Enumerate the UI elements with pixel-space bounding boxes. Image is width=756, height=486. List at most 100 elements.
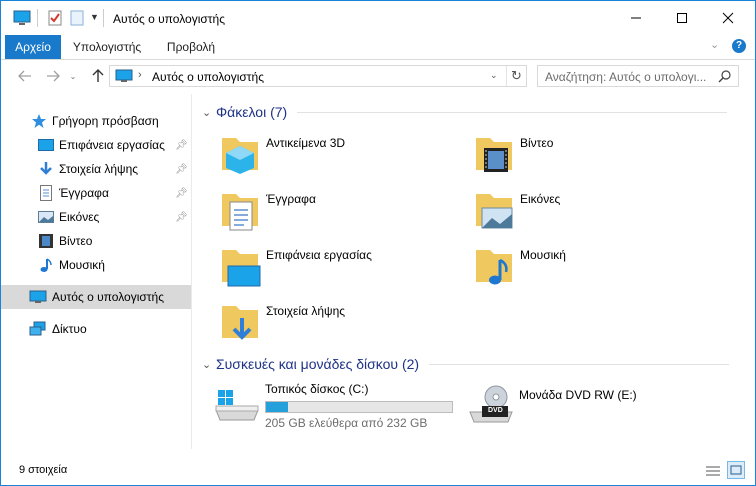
folder-label: Επιφάνεια εργασίας: [266, 248, 372, 262]
tab-file[interactable]: Αρχείο: [5, 35, 61, 59]
expand-ribbon-icon[interactable]: ⌄: [710, 38, 719, 51]
nav-item-downloads[interactable]: Στοιχεία λήψης 📌︎: [1, 157, 191, 181]
breadcrumb-chevron-icon: ›: [138, 69, 142, 81]
folder-label: Αντικείμενα 3D: [266, 136, 346, 150]
forward-arrow-icon: [47, 70, 60, 82]
nav-item-documents[interactable]: Έγγραφα 📌︎: [1, 181, 191, 205]
folder-tile-documents[interactable]: Έγγραφα: [194, 180, 444, 236]
star-icon: [32, 114, 46, 128]
divider: [429, 363, 730, 365]
nav-quick-access[interactable]: Γρήγορη πρόσβαση: [1, 109, 191, 133]
back-button[interactable]: [15, 66, 35, 86]
pin-icon[interactable]: 📌︎: [175, 140, 188, 151]
tiles-view-icon: [730, 465, 742, 475]
separator: [506, 66, 507, 86]
desktop-folder-icon: [222, 250, 261, 287]
drive-label: Μονάδα DVD RW (E:): [519, 388, 637, 402]
divider: [297, 111, 728, 113]
minimize-icon: [631, 17, 641, 19]
search-box[interactable]: Αναζήτηση: Αυτός ο υπολογι...: [537, 65, 739, 87]
network-icon: [29, 321, 46, 336]
pin-icon[interactable]: 📌︎: [175, 212, 188, 223]
music-folder-icon: [476, 250, 512, 285]
pin-icon[interactable]: 📌︎: [175, 164, 188, 175]
hard-drive-icon: [215, 390, 259, 421]
downloads-folder-icon: [222, 306, 258, 340]
nav-this-pc[interactable]: Αυτός ο υπολογιστής: [1, 285, 191, 309]
dvd-drive-icon: [469, 385, 513, 423]
title-bar: ▼ Αυτός ο υπολογιστής: [1, 1, 755, 35]
address-row: ⌄ › Αυτός ο υπολογιστής ⌄ ↻ Αναζήτηση: Α…: [1, 60, 755, 92]
maximize-icon: [677, 13, 687, 23]
drive-usage-bar: [265, 401, 453, 413]
dvd-badge: DVD: [488, 407, 503, 414]
tab-computer[interactable]: Υπολογιστής: [67, 35, 147, 59]
3d-objects-folder-icon: [222, 138, 258, 174]
nav-item-music[interactable]: Μουσική: [1, 253, 191, 277]
item-count: 9 στοιχεία: [19, 464, 68, 476]
nav-item-pictures[interactable]: Εικόνες 📌︎: [1, 205, 191, 229]
folder-tile-videos[interactable]: Βίντεο: [448, 124, 698, 180]
drive-tile-local-disk[interactable]: Τοπικός δίσκος (C:) 205 GB ελεύθερα από …: [194, 378, 456, 434]
folder-tile-downloads[interactable]: Στοιχεία λήψης: [194, 292, 444, 348]
chevron-down-icon: ⌄: [202, 106, 212, 119]
tiles-view-button[interactable]: [727, 461, 745, 479]
this-pc-icon: [13, 10, 31, 26]
this-pc-icon: [115, 69, 133, 82]
drive-label: Τοπικός δίσκος (C:): [265, 382, 369, 396]
music-icon: [40, 258, 52, 272]
address-history-dropdown[interactable]: ⌄: [490, 70, 498, 81]
videos-folder-icon: [476, 138, 512, 172]
folder-label: Εικόνες: [520, 192, 561, 206]
folder-tile-3d-objects[interactable]: Αντικείμενα 3D: [194, 124, 444, 180]
folder-label: Στοιχεία λήψης: [266, 304, 346, 318]
address-bar[interactable]: › Αυτός ο υπολογιστής ⌄ ↻: [109, 65, 527, 87]
devices-group-title: Συσκευές και μονάδες δίσκου (2): [216, 356, 420, 372]
recent-locations-button[interactable]: ⌄: [67, 66, 79, 86]
chevron-down-icon: ⌄: [202, 358, 212, 371]
folders-group-header[interactable]: ⌄ Φάκελοι (7): [202, 104, 728, 120]
maximize-button[interactable]: [659, 1, 705, 35]
nav-item-label: Εικόνες: [59, 210, 100, 224]
nav-item-videos[interactable]: Βίντεο: [1, 229, 191, 253]
new-folder-icon[interactable]: [70, 10, 84, 26]
nav-item-desktop[interactable]: Επιφάνεια εργασίας 📌︎: [1, 133, 191, 157]
folders-group-title: Φάκελοι (7): [216, 104, 288, 120]
nav-quick-access-label: Γρήγορη πρόσβαση: [52, 114, 159, 128]
help-icon[interactable]: ?: [732, 39, 746, 53]
folder-tile-pictures[interactable]: Εικόνες: [448, 180, 698, 236]
up-arrow-icon: [92, 69, 104, 82]
videos-icon: [39, 234, 53, 248]
close-icon: [722, 12, 734, 24]
explorer-window: ▼ Αυτός ο υπολογιστής Αρχείο Υπολογιστής…: [0, 0, 756, 486]
downloads-icon: [40, 162, 52, 175]
properties-icon[interactable]: [48, 10, 62, 26]
minimize-button[interactable]: [613, 1, 659, 35]
forward-button[interactable]: [43, 66, 63, 86]
desktop-icon: [38, 139, 54, 151]
up-button[interactable]: [88, 66, 108, 86]
chevron-down-icon: ⌄: [69, 71, 77, 81]
pin-icon[interactable]: 📌︎: [175, 188, 188, 199]
separator: [37, 9, 38, 27]
nav-network[interactable]: Δίκτυο: [1, 317, 191, 341]
folder-tile-music[interactable]: Μουσική: [448, 236, 698, 292]
customize-quick-access-icon[interactable]: ▼: [90, 12, 99, 28]
status-bar: 9 στοιχεία: [1, 459, 755, 485]
drive-tile-dvd[interactable]: DVD Μονάδα DVD RW (E:): [466, 378, 666, 434]
breadcrumb-this-pc[interactable]: Αυτός ο υπολογιστής: [152, 70, 264, 84]
details-view-icon: [706, 466, 720, 476]
content-pane: ⌄ Φάκελοι (7) Αντικείμενα 3D Βίντεο Έγγρ…: [194, 94, 755, 449]
nav-item-label: Βίντεο: [59, 234, 93, 248]
search-icon: [718, 70, 731, 83]
details-view-button[interactable]: [704, 462, 722, 480]
pictures-folder-icon: [476, 194, 513, 229]
nav-item-label: Στοιχεία λήψης: [59, 162, 139, 176]
refresh-icon[interactable]: ↻: [511, 68, 522, 84]
documents-folder-icon: [222, 194, 258, 231]
tab-view[interactable]: Προβολή: [153, 35, 229, 59]
drive-free-space: 205 GB ελεύθερα από 232 GB: [265, 416, 428, 430]
close-button[interactable]: [705, 1, 751, 35]
devices-group-header[interactable]: ⌄ Συσκευές και μονάδες δίσκου (2): [202, 356, 730, 372]
folder-tile-desktop[interactable]: Επιφάνεια εργασίας: [194, 236, 444, 292]
